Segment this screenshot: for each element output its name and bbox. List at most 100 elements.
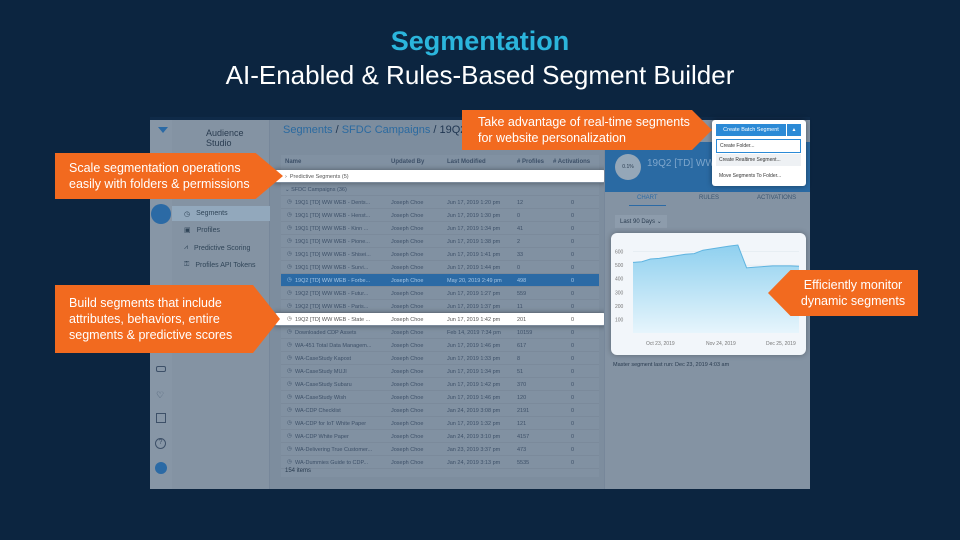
menu-create-realtime-segment[interactable]: Create Realtime Segment... [716,154,801,166]
cell-last-modified: Jun 17, 2019 1:34 pm [447,369,501,375]
cell-activations: 0 [571,421,575,427]
cell-activations: 0 [571,226,575,232]
y-tick-label: 600 [615,250,624,256]
profile-card-icon: ▣ [184,227,191,234]
cell-activations: 0 [571,291,575,297]
table-row[interactable]: ◷ WA-451 Total Data Managem... Joseph Cho… [281,339,599,352]
cell-profiles: 11 [517,304,523,310]
cell-last-modified: Jun 17, 2019 1:30 pm [447,213,501,219]
clock-icon: ◷ [287,355,292,361]
cell-updated-by: Joseph Choe [391,460,424,466]
table-row[interactable]: ◷ Downloaded CDP Assets Joseph Choe Feb 14… [281,326,599,339]
cell-profiles: 51 [517,369,524,375]
col-activations[interactable]: # Activations [553,159,590,165]
table-row[interactable]: ◷ WA-CaseStudy Subaru Joseph Choe Jun 17, … [281,378,599,391]
cell-updated-by: Joseph Choe [391,382,424,388]
cell-last-modified: Jun 17, 2019 1:42 pm [447,317,501,323]
settings-icon[interactable] [156,366,166,372]
table-row[interactable]: ◷ 19Q2 [TD] WW WEB - Futur... Joseph Choe… [281,287,599,300]
nav-item-segments[interactable]: ◷ Segments [172,206,270,221]
tab-activations[interactable]: ACTIVATIONS [757,195,796,201]
cell-updated-by: Joseph Choe [391,317,424,323]
cell-updated-by: Joseph Choe [391,330,424,336]
cell-profiles: 473 [517,447,527,453]
cell-last-modified: Jun 17, 2019 1:41 pm [447,252,501,258]
cell-activations: 0 [571,369,575,375]
table-row[interactable]: ◷ WA-CDP Checklist Joseph Choe Jan 24, 201… [281,404,599,417]
table-row[interactable]: ◷ 19Q2 [TD] WW WEB - Paris... Joseph Choe… [281,300,599,313]
nav-label: Predictive Scoring [193,244,251,252]
table-row[interactable]: ◷ WA-CaseStudy Wish Joseph Choe Jun 17, 20… [281,391,599,404]
cell-name: WA-CaseStudy MUJI [295,369,347,375]
help-icon[interactable]: ? [155,438,166,449]
item-count: 154 items [285,468,312,474]
user-icon[interactable] [156,413,166,423]
nav-label: Profiles API Tokens [195,261,256,269]
cell-updated-by: Joseph Choe [391,278,424,284]
nav-item-profiles-api-tokens[interactable]: ⚿ Profiles API Tokens [184,261,256,269]
cell-profiles: 41 [517,226,524,232]
table-row[interactable]: ◷ 19Q1 [TD] WW WEB - Henst... Joseph Choe… [281,209,599,222]
cell-updated-by: Joseph Choe [391,395,424,401]
menu-create-folder[interactable]: Create Folder... [716,139,801,153]
tab-rules[interactable]: RULES [699,195,719,201]
create-segment-menu: Create Batch Segment ▲ Create Folder... … [712,120,806,186]
clock-icon: ◷ [287,446,292,452]
clock-icon: ◷ [287,381,292,387]
table-row[interactable]: ◷ WA-Delivering True Customer... Joseph C… [281,443,599,456]
col-profiles[interactable]: # Profiles [517,159,544,165]
table-row[interactable]: ◷ 19Q2 [TD] WW WEB - Forbe... Joseph Choe… [281,274,599,287]
cell-updated-by: Joseph Choe [391,304,424,310]
cell-updated-by: Joseph Choe [391,291,424,297]
table-row[interactable]: ◷ WA-CaseStudy MUJI Joseph Choe Jun 17, 20… [281,365,599,378]
folder-sfdc-campaigns[interactable]: ⌄ SFDC Campaigns (36) [281,183,599,196]
cell-activations: 0 [571,382,575,388]
table-row[interactable]: ◷ WA-CDP White Paper Joseph Choe Jan 24, 2… [281,430,599,443]
clock-icon: ◷ [287,277,292,283]
menu-move-segments[interactable]: Move Segments To Folder... [716,170,801,182]
breadcrumb-segments[interactable]: Segments [283,124,333,136]
callout-folders: Scale segmentation operations easily wit… [55,153,283,199]
callout-monitor: Efficiently monitor dynamic segments [768,270,918,316]
cell-name: WA-Delivering True Customer... [295,447,373,453]
cell-activations: 0 [571,395,575,401]
avatar[interactable] [155,462,167,474]
logo-icon [158,127,168,133]
nav-item-predictive-scoring[interactable]: ⩘ Predictive Scoring [184,244,250,252]
create-batch-segment-button[interactable]: Create Batch Segment [716,124,786,136]
cell-updated-by: Joseph Choe [391,200,424,206]
clock-icon: ◷ [184,210,191,218]
caret-up-icon[interactable]: ▲ [787,124,801,136]
col-updated-by[interactable]: Updated By [391,159,424,165]
cell-last-modified: Jun 17, 2019 1:32 pm [447,421,501,427]
nav-item-profiles[interactable]: ▣ Profiles [184,226,220,235]
date-range-select[interactable]: Last 90 Days ⌄ [615,215,667,228]
cell-profiles: 0 [517,265,521,271]
cell-last-modified: Jun 17, 2019 1:46 pm [447,343,501,349]
table-row[interactable]: ◷ 19Q1 [TD] WW WEB - Shisei... Joseph Cho… [281,248,599,261]
table-row[interactable]: ◷ WA-Dummies Guide to CDP... Joseph Choe J… [281,456,599,469]
cell-last-modified: Jun 17, 2019 1:44 pm [447,265,501,271]
cell-updated-by: Joseph Choe [391,343,424,349]
tab-chart[interactable]: CHART [629,195,666,206]
col-last-modified[interactable]: Last Modified [447,159,486,165]
table-row[interactable]: ◷ 19Q2 [TD] WW WEB - State ... Joseph Cho… [271,313,609,326]
table-row[interactable]: ◷ 19Q1 [TD] WW WEB - Survi... Joseph Choe… [281,261,599,274]
table-row[interactable]: ◷ 19Q1 [TD] WW WEB - Pione... Joseph Choe… [281,235,599,248]
cell-name: WA-Dummies Guide to CDP... [295,460,369,466]
table-row[interactable]: ◷ 19Q1 [TD] WW WEB - Kinn ... Joseph Choe… [281,222,599,235]
table-row[interactable]: ◷ WA-CaseStudy Kapost Joseph Choe Jun 17, … [281,352,599,365]
clock-icon: ◷ [287,225,292,231]
table-row[interactable]: ◷ WA-CDP for IoT White Paper Joseph Choe J… [281,417,599,430]
folder-predictive-segments[interactable]: › Predictive Segments (5) [271,170,609,183]
col-name[interactable]: Name [285,159,301,165]
cell-activations: 0 [571,239,575,245]
clock-icon: ◷ [287,433,292,439]
cell-updated-by: Joseph Choe [391,434,424,440]
cell-activations: 0 [571,304,575,310]
cell-activations: 0 [571,252,575,258]
heart-icon[interactable]: ♡ [156,390,164,401]
audience-icon[interactable] [151,204,171,224]
breadcrumb-folder[interactable]: SFDC Campaigns [342,124,431,136]
table-row[interactable]: ◷ 19Q1 [TD] WW WEB - Dents... Joseph Choe… [281,196,599,209]
